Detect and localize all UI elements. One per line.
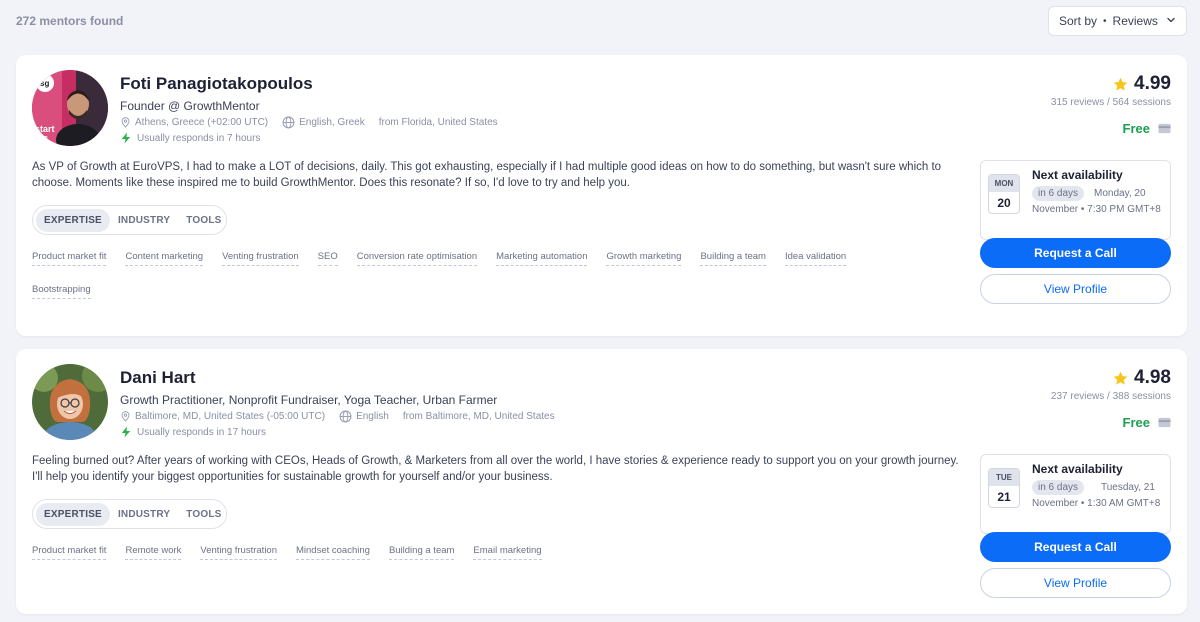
mentor-bio: As VP of Growth at EuroVPS, I had to mak…	[32, 161, 942, 189]
availability-date: November • 1:30 AM GMT+8	[1032, 498, 1161, 509]
mentor-card: start inc sg Foti Panagiotakopoulos Foun…	[16, 55, 1187, 336]
expertise-tag[interactable]: Mindset coaching	[296, 545, 370, 560]
calendar-icon: TUE 21	[988, 468, 1020, 508]
price: Free	[1123, 415, 1171, 430]
expertise-tag[interactable]: SEO	[317, 251, 338, 266]
tab-tools[interactable]: TOOLS	[178, 209, 229, 232]
mentor-meta: Athens, Greece (+02:00 UTC) English, Gre…	[120, 116, 498, 129]
mentor-languages: English	[356, 411, 389, 422]
view-profile-button[interactable]: View Profile	[980, 274, 1171, 304]
star-icon	[1113, 77, 1128, 91]
lightning-icon	[121, 132, 131, 144]
mentor-location: Athens, Greece (+02:00 UTC)	[135, 117, 269, 128]
view-profile-button[interactable]: View Profile	[980, 568, 1171, 598]
calendar-weekday: TUE	[989, 469, 1019, 486]
tab-expertise[interactable]: EXPERTISE	[36, 502, 110, 526]
mentor-title: Growth Practitioner, Nonprofit Fundraise…	[120, 393, 498, 407]
rating: 4.98	[1113, 367, 1171, 389]
calendar-icon: MON 20	[988, 174, 1020, 214]
mentor-languages: English, Greek	[299, 117, 365, 128]
expertise-tag[interactable]: Building a team	[388, 545, 455, 560]
credit-card-icon	[1158, 123, 1171, 134]
calendar-day: 21	[997, 490, 1011, 504]
price: Free	[1123, 121, 1171, 136]
expertise-tag[interactable]: Content marketing	[125, 251, 204, 266]
location-pin-icon	[121, 411, 130, 422]
availability-badge: in 6 days	[1032, 186, 1085, 201]
expertise-tag[interactable]: Email marketing	[473, 545, 542, 560]
expertise-tag[interactable]: Remote work	[125, 545, 182, 560]
calendar-weekday: MON	[989, 175, 1019, 192]
mentor-bio: Feeling burned out? After years of worki…	[32, 455, 959, 483]
tab-industry[interactable]: INDUSTRY	[110, 209, 178, 232]
expertise-tags: Product market fit Remote work Venting f…	[32, 545, 932, 560]
globe-icon	[282, 116, 295, 129]
chevron-down-icon	[1167, 17, 1175, 23]
mentor-name[interactable]: Dani Hart	[120, 368, 196, 388]
availability-heading: Next availability	[1032, 462, 1123, 476]
mentor-title: Founder @ GrowthMentor	[120, 99, 260, 113]
expertise-tag[interactable]: Growth marketing	[606, 251, 682, 266]
expertise-tag[interactable]: Bootstrapping	[32, 284, 91, 299]
request-call-button[interactable]: Request a Call	[980, 238, 1171, 268]
avatar-badge: sg	[40, 79, 49, 88]
request-call-button[interactable]: Request a Call	[980, 532, 1171, 562]
next-availability[interactable]: MON 20 Next availability in 6 days Monda…	[980, 160, 1171, 240]
expertise-tags: Product market fit Content marketing Ven…	[32, 251, 932, 299]
tab-tools[interactable]: TOOLS	[178, 503, 229, 526]
expertise-tag[interactable]: Marketing automation	[496, 251, 588, 266]
response-text: Usually responds in 7 hours	[137, 132, 261, 144]
skills-tabs: EXPERTISE INDUSTRY TOOLS	[32, 499, 227, 529]
expertise-tag[interactable]: Conversion rate optimisation	[356, 251, 478, 266]
mentor-location: Baltimore, MD, United States (-05:00 UTC…	[135, 411, 326, 422]
review-count: 315 reviews / 564 sessions	[1050, 97, 1171, 108]
lightning-icon	[121, 426, 131, 438]
avatar[interactable]	[32, 364, 108, 440]
globe-icon	[339, 410, 352, 423]
rating-score: 4.99	[1134, 73, 1171, 94]
next-availability[interactable]: TUE 21 Next availability in 6 days Tuesd…	[980, 454, 1171, 534]
response-time: Usually responds in 7 hours	[120, 132, 260, 144]
price-label: Free	[1122, 121, 1150, 136]
tab-expertise[interactable]: EXPERTISE	[36, 208, 110, 232]
calendar-day: 20	[997, 196, 1011, 210]
sort-prefix: Sort by	[1059, 14, 1098, 28]
tab-industry[interactable]: INDUSTRY	[110, 503, 178, 526]
sort-separator: •	[1103, 15, 1107, 27]
expertise-tag[interactable]: Idea validation	[784, 251, 847, 266]
sort-value: Reviews	[1112, 14, 1158, 28]
mentor-from: from Baltimore, MD, United States	[402, 411, 555, 422]
availability-heading: Next availability	[1032, 168, 1123, 182]
mentor-card: Dani Hart Growth Practitioner, Nonprofit…	[16, 349, 1187, 614]
expertise-tag[interactable]: Venting frustration	[200, 545, 277, 560]
price-label: Free	[1122, 415, 1150, 430]
svg-text:inc: inc	[35, 133, 48, 143]
response-time: Usually responds in 17 hours	[120, 426, 266, 438]
star-icon	[1113, 371, 1128, 385]
rating: 4.99	[1113, 73, 1171, 95]
availability-day: Monday, 20	[1094, 188, 1146, 199]
avatar[interactable]: start inc sg	[32, 70, 108, 146]
expertise-tag[interactable]: Product market fit	[32, 545, 107, 560]
availability-day: Tuesday, 21	[1101, 482, 1155, 493]
availability-badge: in 6 days	[1032, 480, 1085, 495]
skills-tabs: EXPERTISE INDUSTRY TOOLS	[32, 205, 227, 235]
mentor-meta: Baltimore, MD, United States (-05:00 UTC…	[120, 410, 555, 423]
mentor-from: from Florida, United States	[378, 117, 498, 128]
location-pin-icon	[121, 117, 130, 128]
expertise-tag[interactable]: Venting frustration	[222, 251, 299, 266]
results-count: 272 mentors found	[16, 14, 124, 28]
response-text: Usually responds in 17 hours	[137, 426, 266, 438]
expertise-tag[interactable]: Product market fit	[32, 251, 107, 266]
review-count: 237 reviews / 388 sessions	[1050, 391, 1171, 402]
results-header: 272 mentors found Sort by • Reviews	[0, 0, 1200, 44]
mentor-name[interactable]: Foti Panagiotakopoulos	[120, 74, 313, 94]
expertise-tag[interactable]: Building a team	[700, 251, 766, 266]
sort-dropdown[interactable]: Sort by • Reviews	[1048, 6, 1187, 36]
availability-date: November • 7:30 PM GMT+8	[1032, 204, 1161, 215]
credit-card-icon	[1158, 417, 1171, 428]
rating-score: 4.98	[1134, 367, 1171, 388]
